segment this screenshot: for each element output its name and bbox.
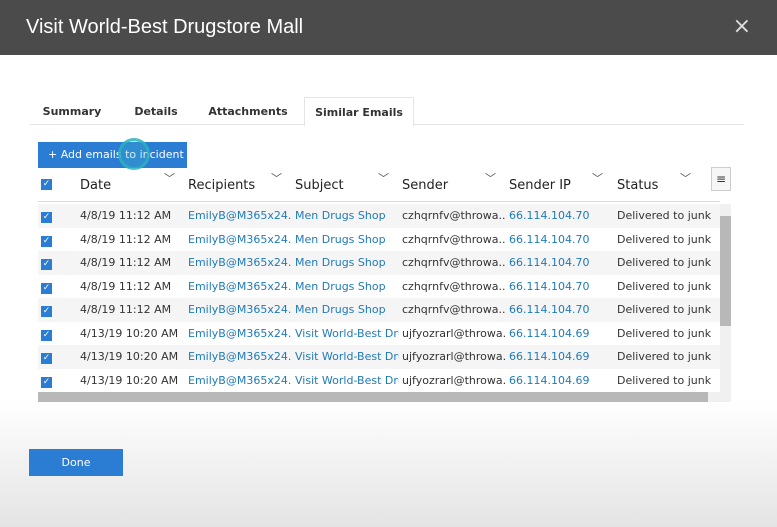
subject-link[interactable]: Visit World-Best Drug [295,322,399,346]
sender-ip-link[interactable]: 66.114.104.70 [509,298,613,322]
status-cell: Delivered to junk [617,303,712,316]
sender-ip-link[interactable]: 66.114.104.70 [509,204,613,228]
date-cell: 4/8/19 11:12 AM [80,232,172,246]
table-row[interactable]: ✓ 4/8/19 11:12 AM EmilyB@M365x24... Men … [38,204,720,228]
table-row[interactable]: ✓ 4/8/19 11:12 AM EmilyB@M365x24... Men … [38,275,720,299]
status-cell: Delivered to junk [617,373,712,387]
recipient-link[interactable]: EmilyB@M365x24... [188,228,292,252]
date-cell: 4/13/19 10:20 AM [80,326,179,340]
chevron-down-icon[interactable]: ﹀ [271,170,282,186]
date-cell: 4/8/19 11:12 AM [80,279,172,293]
chevron-down-icon[interactable]: ﹀ [378,170,389,186]
recipient-link[interactable]: EmilyB@M365x24... [188,204,292,228]
row-checkbox[interactable]: ✓ [41,235,52,247]
done-button[interactable]: Done [29,449,123,476]
chevron-down-icon[interactable]: ﹀ [164,170,175,186]
table-row[interactable]: ✓ 4/8/19 11:12 AM EmilyB@M365x24... Men … [38,298,720,322]
recipient-link[interactable]: EmilyB@M365x24... [188,345,292,369]
sender-cell: czhqrnfv@throwa... [402,209,506,222]
tab-attachments[interactable]: Attachments [206,97,290,126]
sender-ip-link[interactable]: 66.114.104.70 [509,251,613,275]
scrollbar-thumb[interactable] [720,216,731,326]
row-checkbox[interactable]: ✓ [41,376,52,388]
status-cell: Delivered to junk [617,209,712,222]
table-header: ✓ Date ﹀ Recipients ﹀ Subject ﹀ Sender ﹀… [38,170,720,202]
tab-bar: Summary Details Attachments Similar Emai… [30,97,744,126]
select-all-checkbox[interactable]: ✓ [41,179,52,190]
row-checkbox[interactable]: ✓ [41,259,52,270]
add-emails-to-incident-button[interactable]: + Add emails to incident [38,142,187,168]
row-checkbox[interactable]: ✓ [41,329,52,341]
sender-ip-link[interactable]: 66.114.104.69 [509,345,613,369]
sender-cell: czhqrnfv@throwa... [402,279,506,293]
dialog-title: Visit World-Best Drugstore Mall [26,16,304,38]
table-row[interactable]: ✓ 4/13/19 10:20 AM EmilyB@M365x24... Vis… [38,369,720,393]
dialog-header: Visit World-Best Drugstore Mall × [0,0,777,55]
row-checkbox[interactable]: ✓ [41,282,52,294]
subject-link[interactable]: Men Drugs Shop [295,251,399,275]
cursor-highlight [118,138,150,170]
scrollbar-thumb[interactable] [38,392,708,402]
recipient-link[interactable]: EmilyB@M365x24... [188,275,292,299]
subject-link[interactable]: Men Drugs Shop [295,228,399,252]
date-cell: 4/13/19 10:20 AM [80,350,179,363]
table-row[interactable]: ✓ 4/8/19 11:12 AM EmilyB@M365x24... Men … [38,251,720,275]
sender-cell: ujfyozrarl@throwa... [402,326,506,340]
chevron-down-icon[interactable]: ﹀ [680,170,691,186]
column-subject[interactable]: Subject [295,178,344,193]
chevron-down-icon[interactable]: ﹀ [592,170,603,186]
column-recipients[interactable]: Recipients [188,178,255,193]
status-cell: Delivered to junk [617,279,712,293]
column-options-menu-icon[interactable]: ≡ [711,167,731,191]
sender-cell: ujfyozrarl@throwa... [402,350,506,363]
date-cell: 4/8/19 11:12 AM [80,303,172,316]
recipient-link[interactable]: EmilyB@M365x24... [188,369,292,393]
date-cell: 4/13/19 10:20 AM [80,373,179,387]
date-cell: 4/8/19 11:12 AM [80,256,172,269]
sender-ip-link[interactable]: 66.114.104.69 [509,369,613,393]
chevron-down-icon[interactable]: ﹀ [485,170,496,186]
column-sender-ip[interactable]: Sender IP [509,178,571,193]
close-icon[interactable]: × [733,14,751,39]
table-row[interactable]: ✓ 4/8/19 11:12 AM EmilyB@M365x24... Men … [38,228,720,252]
tab-details[interactable]: Details [126,97,186,126]
recipient-link[interactable]: EmilyB@M365x24... [188,298,292,322]
horizontal-scrollbar[interactable] [38,392,731,402]
tab-summary[interactable]: Summary [38,97,106,126]
sender-ip-link[interactable]: 66.114.104.69 [509,322,613,346]
sender-cell: czhqrnfv@throwa... [402,232,506,246]
status-cell: Delivered to junk [617,232,712,246]
vertical-scrollbar[interactable] [720,204,731,392]
sender-cell: czhqrnfv@throwa... [402,256,506,269]
recipient-link[interactable]: EmilyB@M365x24... [188,251,292,275]
subject-link[interactable]: Men Drugs Shop [295,275,399,299]
sender-cell: ujfyozrarl@throwa... [402,373,506,387]
sender-ip-link[interactable]: 66.114.104.70 [509,228,613,252]
subject-link[interactable]: Men Drugs Shop [295,298,399,322]
column-sender[interactable]: Sender [402,178,448,193]
date-cell: 4/8/19 11:12 AM [80,209,172,222]
sender-ip-link[interactable]: 66.114.104.70 [509,275,613,299]
sender-cell: czhqrnfv@throwa... [402,303,506,316]
row-checkbox[interactable]: ✓ [41,353,52,364]
subject-link[interactable]: Men Drugs Shop [295,204,399,228]
email-table-body: ✓ 4/8/19 11:12 AM EmilyB@M365x24... Men … [38,204,720,392]
status-cell: Delivered to junk [617,350,712,363]
table-row[interactable]: ✓ 4/13/19 10:20 AM EmilyB@M365x24... Vis… [38,345,720,369]
tab-similar-emails[interactable]: Similar Emails [304,97,414,126]
recipient-link[interactable]: EmilyB@M365x24... [188,322,292,346]
table-row[interactable]: ✓ 4/13/19 10:20 AM EmilyB@M365x24... Vis… [38,322,720,346]
row-checkbox[interactable]: ✓ [41,212,52,223]
row-checkbox[interactable]: ✓ [41,306,52,317]
subject-link[interactable]: Visit World-Best Drug [295,345,399,369]
column-date[interactable]: Date [80,178,111,193]
status-cell: Delivered to junk [617,256,712,269]
status-cell: Delivered to junk [617,326,712,340]
column-status[interactable]: Status [617,178,658,193]
subject-link[interactable]: Visit World-Best Drug [295,369,399,393]
